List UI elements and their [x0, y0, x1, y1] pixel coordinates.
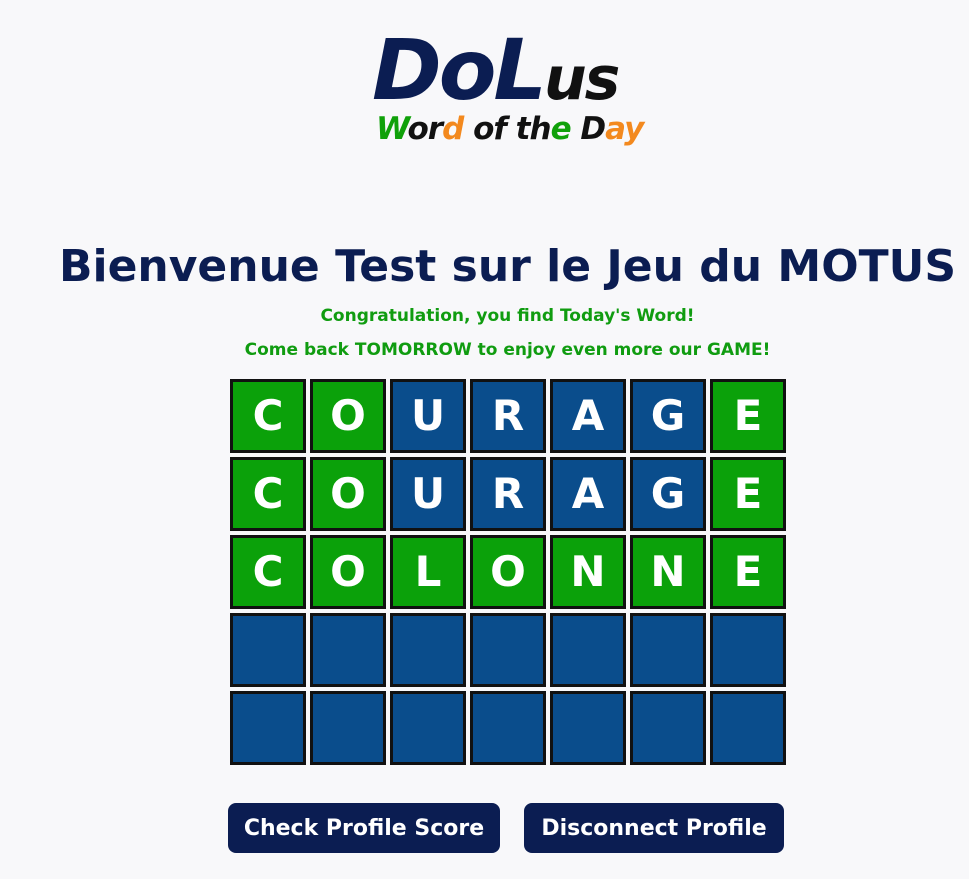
logo-tagline-segment: ay: [605, 111, 644, 147]
grid-cell-r5-c3: [390, 691, 466, 765]
grid-cell-r5-c6: [630, 691, 706, 765]
grid-cell-r5-c5: [550, 691, 626, 765]
grid-cell-r4-c7: [710, 613, 786, 687]
logo-wordmark-small: us: [543, 44, 620, 114]
grid-cell-r3-c7: E: [710, 535, 786, 609]
grid-cell-r1-c7: E: [710, 379, 786, 453]
grid-cell-r3-c2: O: [310, 535, 386, 609]
dolus-logo: DoLus Word of the Day: [372, 28, 644, 158]
grid-cell-r2-c3: U: [390, 457, 466, 531]
grid-cell-r1-c5: A: [550, 379, 626, 453]
congratulation-message: Congratulation, you find Today's Word!: [320, 306, 695, 326]
grid-cell-r2-c4: R: [470, 457, 546, 531]
disconnect-profile-button[interactable]: Disconnect Profile: [524, 803, 784, 853]
grid-cell-r3-c3: L: [390, 535, 466, 609]
grid-cell-r1-c1: C: [230, 379, 306, 453]
logo-tagline-segment: or: [407, 111, 444, 147]
grid-cell-r4-c1: [230, 613, 306, 687]
grid-cell-r2-c5: A: [550, 457, 626, 531]
check-profile-score-button[interactable]: Check Profile Score: [228, 803, 500, 853]
logo-tagline-segment: e: [550, 111, 572, 147]
grid-cell-r3-c1: C: [230, 535, 306, 609]
grid-cell-r3-c5: N: [550, 535, 626, 609]
grid-cell-r1-c6: G: [630, 379, 706, 453]
grid-cell-r4-c4: [470, 613, 546, 687]
logo-tagline-segment: d: [442, 111, 464, 147]
grid-cell-r5-c7: [710, 691, 786, 765]
grid-cell-r2-c7: E: [710, 457, 786, 531]
grid-cell-r4-c2: [310, 613, 386, 687]
grid-cell-r2-c2: O: [310, 457, 386, 531]
grid-cell-r5-c2: [310, 691, 386, 765]
grid-cell-r3-c4: O: [470, 535, 546, 609]
logo-tagline-segment: W: [376, 111, 408, 147]
logo-tagline: Word of the Day: [376, 111, 644, 147]
word-grid: COURAGECOURAGECOLONNE: [230, 379, 786, 765]
grid-cell-r5-c1: [230, 691, 306, 765]
grid-cell-r3-c6: N: [630, 535, 706, 609]
grid-cell-r1-c2: O: [310, 379, 386, 453]
grid-cell-r1-c3: U: [390, 379, 466, 453]
grid-cell-r1-c4: R: [470, 379, 546, 453]
grid-cell-r4-c3: [390, 613, 466, 687]
grid-cell-r2-c6: G: [630, 457, 706, 531]
page-title: Bienvenue Test sur le Jeu du MOTUS: [58, 241, 957, 293]
logo-wordmark: DoLus: [372, 28, 620, 114]
come-back-message: Come back TOMORROW to enjoy even more ou…: [244, 340, 771, 360]
logo-tagline-segment: th: [515, 111, 552, 147]
grid-cell-r4-c5: [550, 613, 626, 687]
logo-tagline-segment: of: [463, 111, 516, 147]
logo-tagline-segment: D: [570, 111, 606, 147]
grid-cell-r5-c4: [470, 691, 546, 765]
grid-cell-r4-c6: [630, 613, 706, 687]
logo-wordmark-big: DoL: [372, 21, 547, 119]
grid-cell-r2-c1: C: [230, 457, 306, 531]
